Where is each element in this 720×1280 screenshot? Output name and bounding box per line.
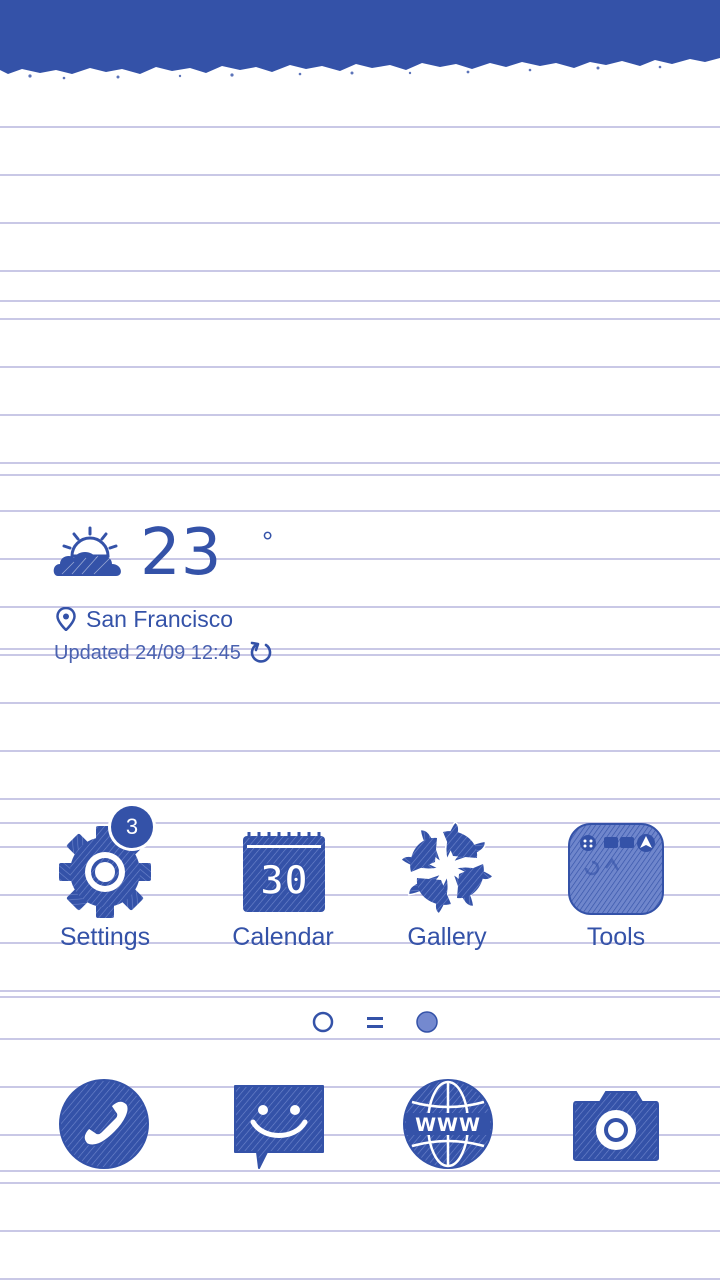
- app-label-gallery: Gallery: [407, 923, 487, 951]
- page-dot-1[interactable]: [312, 1011, 334, 1033]
- degree-symbol: °: [262, 526, 274, 557]
- app-tools-folder[interactable]: Tools: [536, 818, 696, 968]
- app-settings[interactable]: 3 Settings: [25, 806, 185, 968]
- dock-browser[interactable]: WWW: [398, 1076, 498, 1176]
- location-pin-icon: [56, 607, 76, 631]
- tools-folder-icon: [568, 823, 664, 915]
- notification-badge: 3: [111, 806, 153, 848]
- refresh-icon[interactable]: [249, 641, 273, 665]
- dock-messages[interactable]: [229, 1076, 329, 1176]
- app-label-calendar: Calendar: [232, 923, 334, 951]
- page-home-indicator[interactable]: [367, 1017, 383, 1028]
- app-grid: 3 Settings 30 Calendar Gallery Tools: [0, 806, 720, 968]
- update-row[interactable]: Updated 24/09 12:45: [54, 640, 273, 666]
- browser-globe-icon: WWW: [403, 1079, 493, 1169]
- partly-cloudy-icon: [53, 526, 121, 576]
- updated-timestamp: Updated 24/09 12:45: [54, 641, 241, 664]
- app-gallery[interactable]: Gallery: [367, 818, 527, 968]
- calendar-icon: 30: [243, 832, 325, 912]
- location-name: San Francisco: [86, 605, 234, 632]
- camera-icon: [573, 1091, 659, 1161]
- page-dot-active[interactable]: [416, 1011, 438, 1033]
- messages-icon: [234, 1085, 324, 1169]
- app-label-tools: Tools: [586, 923, 646, 951]
- dock: WWW: [0, 1076, 720, 1176]
- location-row[interactable]: San Francisco: [56, 604, 233, 634]
- top-scribble-band: [0, 0, 720, 80]
- page-indicator[interactable]: [300, 1008, 450, 1038]
- app-calendar[interactable]: 30 Calendar: [203, 818, 363, 968]
- app-label-settings: Settings: [59, 923, 151, 951]
- browser-www-text: WWW: [415, 1114, 481, 1136]
- calendar-date: 30: [260, 858, 308, 904]
- dock-camera[interactable]: [566, 1076, 666, 1176]
- weather-widget[interactable]: 23 ° San Francisco Updated 24/09 12:45: [52, 516, 372, 670]
- phone-icon: [59, 1079, 149, 1169]
- gallery-flower-icon: [400, 821, 494, 915]
- temperature-value: 23: [140, 516, 222, 590]
- dock-phone[interactable]: [55, 1076, 155, 1176]
